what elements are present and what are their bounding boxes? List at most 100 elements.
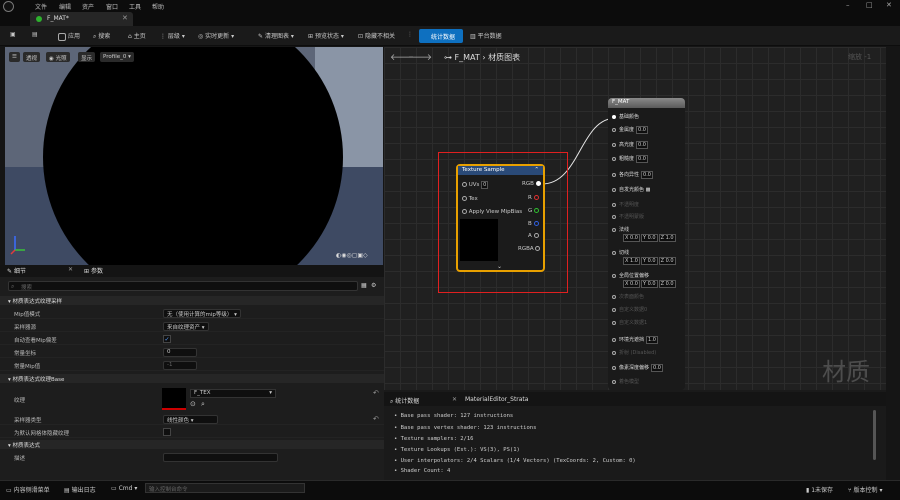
material-pin-value[interactable]: X 1.0: [623, 257, 640, 265]
material-pin-value[interactable]: Z 0.0: [658, 280, 676, 288]
material-pin-value[interactable]: 0.0: [636, 141, 648, 149]
tab-parameters[interactable]: ⊞ 参数: [84, 266, 103, 275]
material-pin[interactable]: 基础颜色: [612, 113, 639, 120]
material-pin-value[interactable]: 1.0: [646, 336, 658, 344]
platform-stats-button[interactable]: ▥ 平台数据: [470, 31, 502, 40]
material-pin[interactable]: 环境光遮挡 1.0: [612, 336, 658, 344]
material-pin[interactable]: 折射 (Disabled): [612, 349, 656, 356]
material-pin[interactable]: 法线 X 0.0 Y 0.0 Z 1.0: [612, 226, 676, 242]
close-window-button[interactable]: ✕: [886, 1, 892, 9]
preview-shape-icons[interactable]: ◐◉◎▢▣◇: [336, 252, 368, 259]
texture-sample-header[interactable]: Texture Sample ⌃: [458, 166, 543, 175]
clean-graph-button[interactable]: ✎ 清理图表 ▾: [258, 31, 294, 40]
viewport-menu-button[interactable]: ☰: [9, 52, 20, 62]
tab-strata[interactable]: MaterialEditor_Strata: [465, 396, 528, 403]
auto-mip-bias-checkbox[interactable]: ✓: [163, 335, 171, 343]
section-expression[interactable]: ▾ 材质表达式: [0, 440, 384, 449]
reset-sampler-type-icon[interactable]: ↶: [373, 415, 379, 423]
rgba-output[interactable]: RGBA: [518, 246, 541, 252]
material-pin-value[interactable]: 0.0: [636, 155, 648, 163]
material-pin[interactable]: 金属度 0.0: [612, 126, 648, 134]
menu-tools[interactable]: 工具: [129, 2, 141, 11]
collapse-chevron-icon[interactable]: ⌄: [497, 263, 502, 270]
material-pin[interactable]: 切线 X 1.0 Y 0.0 Z 0.0: [612, 249, 676, 265]
sampler-type-dropdown[interactable]: 线性颜色 ▾: [163, 415, 218, 424]
preview-viewport[interactable]: [5, 47, 383, 265]
tex-pin[interactable]: Tex: [462, 196, 478, 202]
material-pin-value[interactable]: Y 0.0: [640, 234, 658, 242]
material-pin[interactable]: 粗糙度 0.0: [612, 155, 648, 163]
section-texture-sample[interactable]: ▾ 材质表达式纹理采样: [0, 296, 384, 305]
material-pin-value[interactable]: X 0.0: [623, 234, 640, 242]
menu-asset[interactable]: 资产: [82, 2, 94, 11]
material-pin-value[interactable]: X 0.0: [623, 280, 640, 288]
search-button[interactable]: ⌕ 搜索: [93, 31, 110, 41]
section-texture-base[interactable]: ▾ 材质表达式纹理Base: [0, 374, 384, 383]
mip-mode-dropdown[interactable]: 无（使用计算的mip等级） ▾: [163, 309, 241, 318]
material-pin[interactable]: 自定义数据0: [612, 306, 647, 313]
menu-file[interactable]: 文件: [35, 2, 47, 11]
material-pin[interactable]: 自定义数据1: [612, 319, 647, 326]
const-mip-input[interactable]: -1: [163, 361, 197, 370]
grid-view-icon[interactable]: ▦: [361, 282, 367, 289]
details-search-input[interactable]: 搜索: [8, 281, 358, 291]
material-pin[interactable]: 像素深度偏移 0.0: [612, 364, 663, 372]
material-pin[interactable]: 自发光颜色 ▩: [612, 186, 650, 193]
menu-help[interactable]: 帮助: [152, 2, 164, 11]
material-pin-value[interactable]: Z 1.0: [658, 234, 676, 242]
texture-thumbnail[interactable]: [162, 388, 186, 410]
content-drawer-button[interactable]: ▭ 内容侧滑菜单: [6, 485, 50, 494]
close-stats-tab-icon[interactable]: ✕: [452, 396, 457, 403]
const-coordinate-input[interactable]: 0: [163, 348, 197, 357]
tab-details[interactable]: ✎ 细节: [7, 266, 26, 275]
cmd-dropdown[interactable]: ▭ Cmd ▾: [111, 485, 137, 492]
texture-asset-picker[interactable]: F_TEX ▾: [190, 389, 276, 398]
material-pin[interactable]: 次表面颜色: [612, 293, 644, 300]
material-pin[interactable]: 不透明蒙版: [612, 213, 644, 220]
hide-unrelated-button[interactable]: ⊡ 隐藏不相关: [358, 31, 395, 40]
menu-edit[interactable]: 编辑: [59, 2, 71, 11]
material-pin-value[interactable]: Y 0.0: [640, 280, 658, 288]
material-pin[interactable]: 不透明度: [612, 201, 639, 208]
minimize-button[interactable]: –: [846, 1, 850, 9]
preview-state-button[interactable]: ⊞ 预览状态 ▾: [308, 31, 344, 40]
profile-dropdown[interactable]: Profile_0 ▾: [100, 52, 134, 62]
lit-button[interactable]: ◉ 光照: [46, 52, 70, 62]
hide-default-mesh-checkbox[interactable]: [163, 428, 171, 436]
material-pin[interactable]: 全局位置偏移 X 0.0 Y 0.0 Z 0.0: [612, 272, 676, 288]
reset-texture-icon[interactable]: ↶: [373, 389, 379, 397]
material-pin-value[interactable]: 0.0: [651, 364, 663, 372]
menu-window[interactable]: 窗口: [106, 2, 118, 11]
perspective-button[interactable]: 透视: [23, 52, 41, 62]
sampler-source-dropdown[interactable]: 来自纹理资产 ▾: [163, 322, 209, 331]
tab-stats[interactable]: ⌕ 统计数据: [390, 396, 419, 406]
browse-asset-icon[interactable]: ⊙: [190, 400, 196, 408]
toolbar-more-icon[interactable]: ⋮: [407, 31, 413, 38]
material-output-header[interactable]: F_MAT: [608, 98, 685, 108]
stats-button[interactable]: 统计数据: [419, 29, 463, 43]
unreal-logo-icon[interactable]: [3, 1, 14, 12]
console-command-input[interactable]: 输入控制台命令: [145, 483, 305, 493]
material-pin-value[interactable]: Z 0.0: [658, 257, 676, 265]
g-output[interactable]: G: [528, 208, 540, 214]
browse-icon[interactable]: ▤: [32, 31, 38, 38]
b-output[interactable]: B: [528, 221, 539, 227]
breadcrumb-root[interactable]: F_MAT: [455, 53, 480, 62]
source-control-button[interactable]: ⑂ 版本控制 ▾: [848, 485, 882, 494]
hierarchy-button[interactable]: ⋮ 层级 ▾: [160, 31, 185, 40]
close-tab-icon[interactable]: ✕: [122, 14, 128, 22]
material-pin-value[interactable]: 0.0: [641, 171, 653, 179]
output-log-button[interactable]: ▤ 输出日志: [64, 485, 96, 494]
material-pin[interactable]: 着色模型: [612, 378, 639, 385]
forward-arrow-icon[interactable]: 🡒: [408, 52, 432, 63]
rgb-output[interactable]: RGB: [522, 181, 541, 187]
settings-icon[interactable]: ⚙: [371, 282, 376, 289]
apply-button[interactable]: 应用: [58, 31, 80, 41]
uvs-value[interactable]: 0: [481, 181, 489, 189]
tab-f-mat[interactable]: F_MAT* ✕: [30, 12, 133, 26]
material-pin[interactable]: 各向异性 0.0: [612, 171, 653, 179]
unsaved-button[interactable]: ▮ 1未保存: [806, 485, 833, 494]
stats-scrollbar[interactable]: [873, 410, 876, 460]
save-icon[interactable]: ▣: [10, 31, 16, 38]
material-pin-value[interactable]: Y 0.0: [640, 257, 658, 265]
